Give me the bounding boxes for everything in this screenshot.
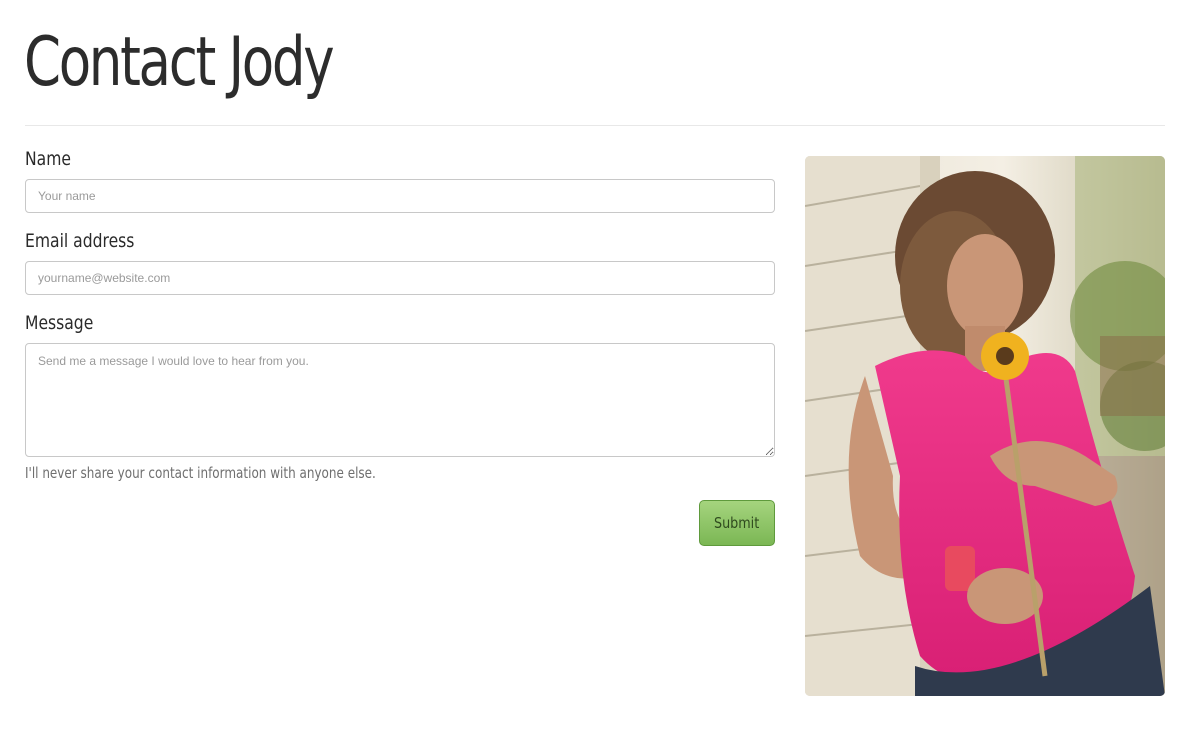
privacy-help-text: I'll never share your contact informatio… — [25, 464, 376, 482]
sunflower — [981, 332, 1029, 380]
submit-button[interactable]: Submit — [699, 500, 775, 546]
page-title: Contact Jody — [24, 23, 335, 102]
name-input[interactable] — [25, 179, 775, 213]
portrait-photo — [805, 156, 1165, 696]
message-textarea[interactable] — [25, 343, 775, 457]
name-label: Name — [25, 148, 71, 170]
message-label: Message — [25, 312, 94, 334]
portrait-illustration — [805, 156, 1165, 696]
email-label: Email address — [25, 230, 135, 252]
submit-button-label: Submit — [714, 514, 760, 532]
title-divider — [25, 125, 1165, 126]
email-input[interactable] — [25, 261, 775, 295]
contact-page: Contact Jody Name Email address Message … — [0, 0, 1198, 739]
